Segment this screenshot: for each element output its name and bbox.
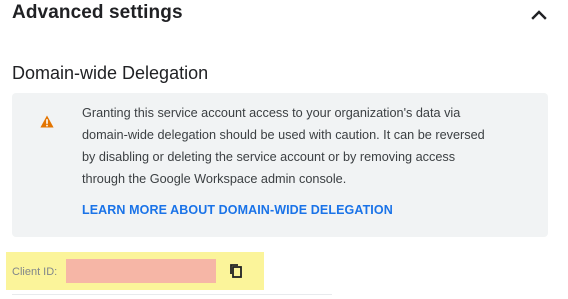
delegation-warning-box: Granting this service account access to … [12,93,548,237]
advanced-settings-title: Advanced settings [12,2,183,23]
client-id-value-redacted [66,259,216,283]
copy-icon [230,264,242,278]
advanced-settings-panel: Advanced settings Domain-wide Delegation… [0,0,568,299]
warning-icon [40,115,54,128]
warning-line: Granting this service account access to … [82,106,461,120]
client-id-label: Client ID: [12,266,58,278]
advanced-settings-header[interactable]: Advanced settings [12,0,552,30]
collapse-button[interactable] [528,5,550,25]
client-id-row: Client ID: [6,252,264,290]
warning-line: by disabling or deleting the service acc… [82,150,456,164]
chevron-up-icon [531,10,547,20]
warning-line: domain-wide delegation should be used wi… [82,128,485,142]
learn-more-link[interactable]: LEARN MORE ABOUT DOMAIN-WIDE DELEGATION [82,203,393,217]
divider [12,294,332,295]
copy-client-id-button[interactable] [228,263,244,279]
section-title-domain-wide-delegation: Domain-wide Delegation [12,63,209,83]
warning-message: Granting this service account access to … [82,102,522,190]
warning-line: through the Google Workspace admin conso… [82,172,347,186]
